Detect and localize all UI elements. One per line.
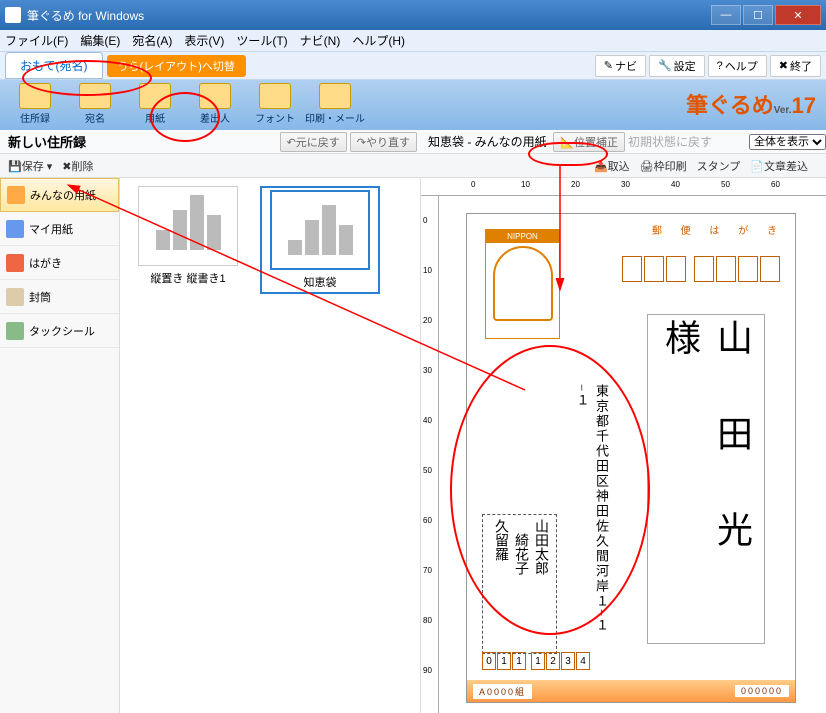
maximize-button[interactable]: ☐ — [743, 5, 773, 25]
lottery-strip: A0000組 000000 — [467, 680, 795, 702]
thumb-label: 知恵袋 — [264, 274, 376, 290]
hagaki-icon — [6, 254, 24, 272]
help-button[interactable]: ?ヘルプ — [708, 55, 767, 77]
menu-help[interactable]: ヘルプ(H) — [352, 32, 405, 49]
save-button[interactable]: 💾保存 ▾ — [8, 158, 52, 174]
merge-button[interactable]: 📄文章差込 — [750, 158, 808, 174]
menu-navi[interactable]: ナビ(N) — [300, 32, 341, 49]
menu-tool[interactable]: ツール(T) — [236, 32, 287, 49]
brand-logo: 筆ぐるめVer.17 — [686, 88, 816, 120]
print-icon — [319, 83, 351, 109]
sender-postcode[interactable]: 011 1234 — [482, 652, 590, 670]
menu-edit[interactable]: 編集(E) — [80, 32, 120, 49]
thumb-label: 縦置き 縦書き1 — [128, 270, 248, 286]
navi-button[interactable]: ✎ナビ — [595, 55, 646, 77]
sidebar-minna[interactable]: みんなの用紙 — [0, 178, 119, 212]
sidebar-my[interactable]: マイ用紙 — [0, 212, 119, 246]
zoom-select[interactable]: 全体を表示 — [749, 134, 826, 150]
envelope-icon — [6, 288, 24, 306]
people-icon — [7, 186, 25, 204]
exit-button[interactable]: ✖終了 — [770, 55, 821, 77]
thumb-tate[interactable]: 縦置き 縦書き1 — [128, 186, 248, 286]
settings-button[interactable]: 🔧設定 — [649, 55, 705, 77]
ruler-horizontal: 0102030405060 — [421, 178, 826, 196]
template-list: 縦置き 縦書き1 知恵袋 — [120, 178, 420, 713]
sidebar-tack[interactable]: タックシール — [0, 314, 119, 348]
redo-button[interactable]: ↷やり直す — [350, 132, 417, 152]
annotation-circle — [150, 92, 220, 142]
app-icon — [5, 7, 21, 23]
annotation-circle — [22, 60, 152, 96]
minimize-button[interactable]: — — [711, 5, 741, 25]
ruler-vertical: 0102030405060708090 — [421, 196, 439, 713]
sidebar-futou[interactable]: 封筒 — [0, 280, 119, 314]
stamp-deco-icon — [493, 246, 553, 321]
annotation-circle — [528, 142, 608, 166]
label-icon — [6, 322, 24, 340]
sidebar-hagaki[interactable]: はがき — [0, 246, 119, 280]
my-icon — [6, 220, 24, 238]
menu-file[interactable]: ファイル(F) — [5, 32, 68, 49]
reset-button[interactable]: 初期状態に戻す — [628, 133, 712, 150]
menu-view[interactable]: 表示(V) — [184, 32, 224, 49]
menubar: ファイル(F) 編集(E) 宛名(A) 表示(V) ツール(T) ナビ(N) ヘ… — [0, 30, 826, 52]
font-icon — [259, 83, 291, 109]
frameprint-button[interactable]: 🖨枠印刷 — [640, 158, 687, 174]
menu-atena[interactable]: 宛名(A) — [132, 32, 172, 49]
addressbook-title: 新しい住所録 — [8, 132, 86, 151]
toolbar-print[interactable]: 印刷・メール — [305, 83, 365, 127]
delete-button[interactable]: ✖削除 — [62, 158, 93, 174]
window-title: 筆ぐるめ for Windows — [27, 7, 709, 24]
recipient-postcode[interactable] — [622, 256, 780, 282]
category-sidebar: みんなの用紙 マイ用紙 はがき 封筒 タックシール — [0, 178, 120, 713]
recipient-name[interactable]: 山 田 光 様 — [647, 314, 765, 644]
stamp-button[interactable]: スタンプ — [697, 158, 741, 174]
close-button[interactable]: ✕ — [775, 5, 821, 25]
toolbar-font[interactable]: フォント — [245, 83, 305, 127]
preview-title: 知恵袋 - みんなの用紙 — [428, 133, 547, 150]
thumb-chiebukuro[interactable]: 知恵袋 — [260, 186, 380, 294]
stamp-area: NIPPON — [485, 229, 560, 339]
undo-button[interactable]: ↶元に戻す — [280, 132, 347, 152]
annotation-circle — [450, 345, 650, 635]
